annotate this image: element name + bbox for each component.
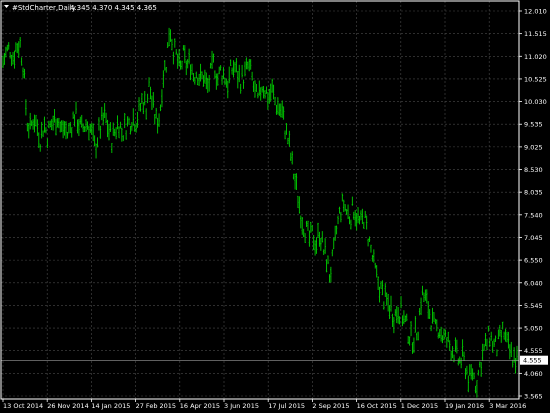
current-price-label: 4.555 bbox=[523, 357, 542, 365]
x-tick-label: 2 Sep 2015 bbox=[312, 402, 349, 410]
y-tick-label: 10.030 bbox=[524, 98, 547, 106]
y-tick-label: 4.555 bbox=[524, 347, 543, 355]
y-tick-label: 6.040 bbox=[524, 279, 543, 287]
x-tick-label: 27 Feb 2015 bbox=[136, 402, 176, 410]
y-tick-label: 7.045 bbox=[524, 234, 543, 242]
y-tick-label: 4.060 bbox=[524, 370, 543, 378]
x-tick-label: 3 Mar 2016 bbox=[489, 402, 526, 410]
ohlc-values: 4.345 4.370 4.345 4.365 bbox=[70, 4, 157, 12]
x-tick-label: 13 Oct 2014 bbox=[3, 402, 43, 410]
y-tick-label: 8.530 bbox=[524, 166, 543, 174]
y-tick-label: 9.535 bbox=[524, 121, 543, 129]
y-tick-label: 7.540 bbox=[524, 211, 543, 219]
x-tick-label: 14 Jan 2015 bbox=[91, 402, 130, 410]
x-tick-label: 3 Jun 2015 bbox=[224, 402, 259, 410]
y-tick-label: 11.515 bbox=[524, 30, 547, 38]
x-tick-label: 1 Dec 2015 bbox=[401, 402, 438, 410]
price-chart[interactable]: #StdCharter,Daily 4.345 4.370 4.345 4.36… bbox=[0, 0, 550, 413]
y-tick-label: 12.010 bbox=[524, 8, 547, 16]
chart-background bbox=[0, 0, 550, 413]
y-tick-label: 10.525 bbox=[524, 75, 547, 83]
y-tick-label: 5.545 bbox=[524, 302, 543, 310]
symbol-label: #StdCharter,Daily bbox=[12, 4, 76, 12]
x-tick-label: 19 Jan 2016 bbox=[445, 402, 484, 410]
current-price-marker: 4.555 bbox=[520, 355, 548, 365]
y-tick-label: 8.035 bbox=[524, 189, 543, 197]
y-tick-label: 5.050 bbox=[524, 325, 543, 333]
x-tick-label: 16 Oct 2015 bbox=[357, 402, 397, 410]
y-tick-label: 6.550 bbox=[524, 257, 543, 265]
x-tick-label: 17 Jul 2015 bbox=[268, 402, 305, 410]
x-tick-label: 16 Apr 2015 bbox=[180, 402, 220, 410]
y-tick-label: 3.565 bbox=[524, 393, 543, 401]
y-tick-label: 9.025 bbox=[524, 143, 543, 151]
chart-header: #StdCharter,Daily 4.345 4.370 4.345 4.36… bbox=[4, 4, 157, 12]
y-tick-label: 11.020 bbox=[524, 53, 547, 61]
x-tick-label: 26 Nov 2014 bbox=[47, 402, 89, 410]
